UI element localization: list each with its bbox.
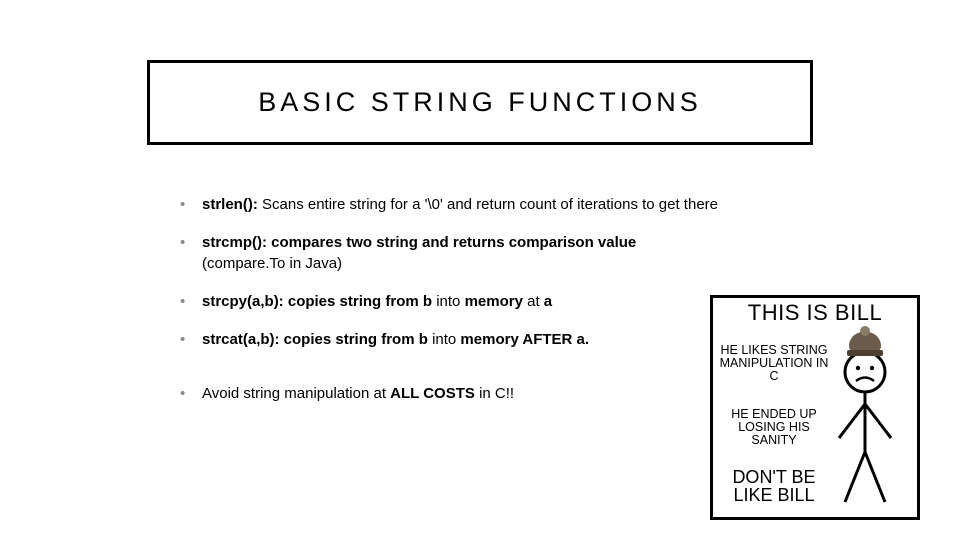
t: at bbox=[527, 293, 540, 310]
meme-image: THIS IS BILL HE LIKES STRING MANIPULATIO… bbox=[710, 295, 920, 520]
arg-b: b bbox=[423, 293, 432, 310]
fn-desc: Scans entire string for a '\0' and retur… bbox=[258, 196, 718, 213]
t: into bbox=[436, 293, 460, 310]
t: in C!! bbox=[475, 385, 514, 402]
bullet-list: strlen(): Scans entire string for a '\0'… bbox=[180, 195, 740, 405]
fn-name: strcat(a,b): copies string from bbox=[202, 331, 415, 348]
emph: ALL COSTS bbox=[390, 385, 475, 402]
list-item: strcat(a,b): copies string from b into m… bbox=[180, 330, 740, 350]
fn-name: strlen(): bbox=[202, 196, 258, 213]
list-item: strcmp(): compares two string and return… bbox=[180, 233, 740, 274]
mem: memory bbox=[465, 293, 523, 310]
beanie-hat-icon bbox=[847, 332, 883, 360]
slide: BASIC STRING FUNCTIONS strlen(): Scans e… bbox=[0, 0, 960, 540]
mem: memory AFTER a. bbox=[460, 331, 589, 348]
list-item: Avoid string manipulation at ALL COSTS i… bbox=[180, 384, 740, 404]
t: into bbox=[432, 331, 456, 348]
fn-name: strcpy(a,b): copies string from bbox=[202, 293, 419, 310]
meme-top-text: THIS IS BILL bbox=[713, 300, 917, 326]
t: Avoid string manipulation at bbox=[202, 385, 390, 402]
fn-name: strcmp(): compares two string and return… bbox=[202, 234, 636, 251]
arg-a: a bbox=[544, 293, 552, 310]
slide-title: BASIC STRING FUNCTIONS bbox=[160, 87, 800, 118]
fn-sub: (compare.To in Java) bbox=[202, 255, 342, 272]
list-item: strlen(): Scans entire string for a '\0'… bbox=[180, 195, 740, 215]
meme-line-2: HE ENDED UP LOSING HIS SANITY bbox=[719, 408, 829, 447]
stick-figure-icon bbox=[825, 342, 905, 512]
meme-line-1: HE LIKES STRING MANIPULATION IN C bbox=[719, 344, 829, 383]
list-item: strcpy(a,b): copies string from b into m… bbox=[180, 292, 740, 312]
title-box: BASIC STRING FUNCTIONS bbox=[147, 60, 813, 145]
arg-b: b bbox=[419, 331, 428, 348]
stick-figure-svg bbox=[825, 342, 905, 512]
meme-bottom-text: DON'T BE LIKE BILL bbox=[719, 468, 829, 504]
